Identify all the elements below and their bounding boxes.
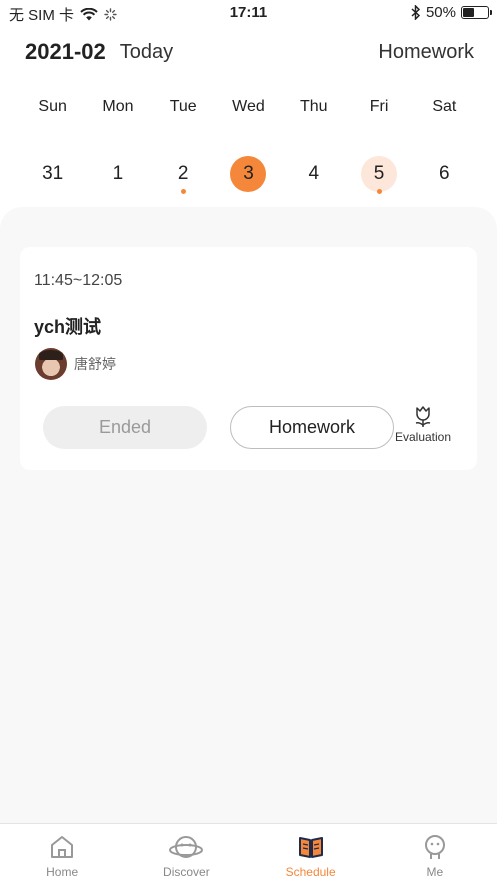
battery-icon bbox=[461, 6, 492, 19]
weekday-label: Mon bbox=[102, 98, 134, 115]
bluetooth-icon bbox=[411, 5, 421, 20]
tab-home[interactable]: Home bbox=[0, 824, 124, 883]
planet-icon bbox=[169, 836, 204, 858]
date-cell[interactable]: 3 bbox=[216, 156, 281, 194]
book-icon bbox=[298, 837, 323, 858]
tulip-icon bbox=[415, 406, 431, 427]
teacher-name: 唐舒婷 bbox=[74, 356, 116, 372]
event-dot bbox=[376, 189, 382, 194]
tab-schedule[interactable]: Schedule bbox=[249, 824, 373, 883]
status-bar: 无 SIM 卡 17:11 50% bbox=[0, 0, 497, 26]
event-dot bbox=[180, 189, 186, 194]
calendar-header: 2021-02 Today Homework bbox=[25, 36, 474, 68]
date-row: 31 1 2 3 4 5 6 bbox=[20, 156, 477, 194]
date-number: 6 bbox=[439, 163, 450, 184]
homework-header-button[interactable]: Homework bbox=[378, 41, 474, 64]
evaluation-button[interactable]: Evaluation bbox=[392, 404, 454, 444]
evaluation-label: Evaluation bbox=[394, 430, 452, 444]
date-cell[interactable]: 1 bbox=[85, 156, 150, 194]
weekday-label: Wed bbox=[232, 98, 265, 115]
event-dot bbox=[246, 189, 251, 194]
date-cell[interactable]: 4 bbox=[281, 156, 346, 194]
date-cell[interactable]: 6 bbox=[412, 156, 477, 194]
weekday-label: Thu bbox=[299, 98, 328, 115]
ended-button: Ended bbox=[43, 406, 207, 449]
lesson-time: 11:45~12:05 bbox=[34, 272, 123, 289]
date-number: 2 bbox=[177, 163, 189, 184]
date-cell[interactable]: 5 bbox=[346, 156, 411, 194]
weekday-label: Tue bbox=[169, 98, 197, 115]
tab-me-label: Me bbox=[426, 865, 444, 879]
weekday-label: Fri bbox=[369, 98, 389, 115]
date-cell[interactable]: 31 bbox=[20, 156, 85, 194]
homework-button[interactable]: Homework bbox=[230, 406, 394, 449]
face-icon bbox=[424, 835, 445, 859]
weekday-row: Sun Mon Tue Wed Thu Fri Sat bbox=[20, 98, 477, 116]
weekday-label: Sun bbox=[38, 98, 67, 115]
schedule-panel: 11:45~12:05 ych测试 唐舒婷 Ended Homework Eva… bbox=[0, 207, 497, 823]
event-dot bbox=[442, 189, 447, 194]
battery-level bbox=[463, 8, 474, 17]
date-number: 3 bbox=[230, 156, 267, 192]
date-number: 5 bbox=[361, 156, 398, 192]
tab-home-label: Home bbox=[46, 865, 79, 879]
bottom-tab-bar: Home Discover Schedule Me bbox=[0, 823, 497, 883]
battery-percent: 50% bbox=[425, 4, 456, 21]
event-dot bbox=[50, 189, 55, 194]
date-cell[interactable]: 2 bbox=[151, 156, 216, 194]
tab-me[interactable]: Me bbox=[373, 824, 497, 883]
tab-schedule-label: Schedule bbox=[285, 865, 336, 879]
event-dot bbox=[311, 189, 316, 194]
home-icon bbox=[51, 836, 74, 858]
weekday-label: Sat bbox=[432, 98, 457, 115]
today-button[interactable]: Today bbox=[120, 41, 173, 64]
date-number: 4 bbox=[308, 163, 320, 184]
date-number: 1 bbox=[112, 163, 124, 184]
date-number: 31 bbox=[42, 163, 64, 184]
tab-discover-label: Discover bbox=[163, 865, 210, 879]
lesson-title: ych测试 bbox=[34, 317, 102, 337]
teacher-info: 唐舒婷 bbox=[35, 348, 116, 380]
month-title: 2021-02 bbox=[25, 39, 106, 64]
event-dot bbox=[115, 189, 120, 194]
lesson-card[interactable]: 11:45~12:05 ych测试 唐舒婷 Ended Homework Eva… bbox=[20, 247, 477, 470]
teacher-avatar bbox=[35, 348, 67, 380]
tab-discover[interactable]: Discover bbox=[124, 824, 248, 883]
